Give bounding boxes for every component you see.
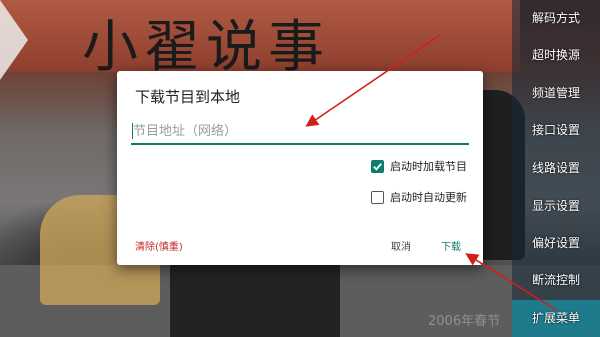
text-caret [132, 123, 133, 139]
cancel-button[interactable]: 取消 [387, 236, 415, 255]
load-on-start-option[interactable]: 启动时加载节目 [371, 157, 467, 175]
download-dialog: 下载节目到本地 启动时加载节目 启动时自动更新 清除(慎重) 取消 下载 [117, 71, 483, 265]
menu-item-channels[interactable]: 频道管理 [512, 75, 600, 112]
side-menu: 解码方式 超时换源 频道管理 接口设置 线路设置 显示设置 偏好设置 断流控制 … [512, 0, 600, 337]
clear-button[interactable]: 清除(慎重) [131, 236, 187, 255]
menu-item-decode[interactable]: 解码方式 [512, 0, 600, 37]
stage-decoration [0, 0, 28, 80]
auto-update-option[interactable]: 启动时自动更新 [371, 188, 467, 206]
menu-item-stream-control[interactable]: 断流控制 [512, 262, 600, 299]
menu-item-display[interactable]: 显示设置 [512, 188, 600, 225]
checkbox-checked-icon[interactable] [371, 159, 384, 173]
video-caption: 2006年春节 [428, 314, 501, 329]
program-url-input[interactable] [131, 119, 469, 145]
load-on-start-label: 启动时加载节目 [390, 160, 467, 173]
stage-banner: 小翟说事 [0, 0, 520, 80]
menu-item-preferences[interactable]: 偏好设置 [512, 225, 600, 262]
auto-update-label: 启动时自动更新 [390, 191, 467, 204]
menu-item-lines[interactable]: 线路设置 [512, 150, 600, 187]
menu-item-extensions[interactable]: 扩展菜单 [512, 300, 600, 337]
dialog-title: 下载节目到本地 [135, 88, 241, 106]
menu-item-timeout[interactable]: 超时换源 [512, 37, 600, 74]
download-button[interactable]: 下载 [437, 236, 465, 255]
menu-item-interface[interactable]: 接口设置 [512, 112, 600, 149]
checkbox-unchecked-icon[interactable] [371, 190, 384, 204]
